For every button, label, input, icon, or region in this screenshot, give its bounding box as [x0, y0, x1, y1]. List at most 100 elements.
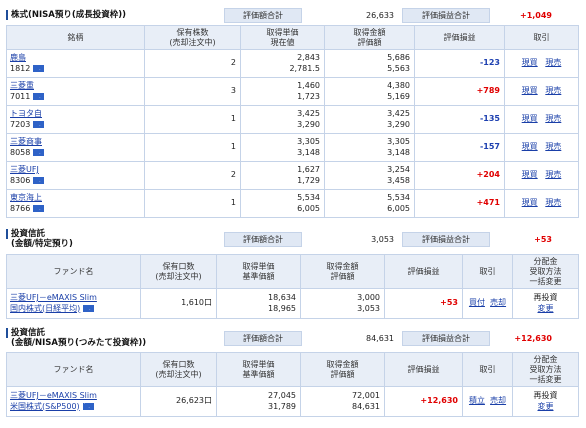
mail-icon[interactable] — [33, 92, 45, 100]
stock-name-link[interactable]: 鹿島 — [10, 53, 144, 64]
buy-link[interactable]: 現買 — [522, 198, 538, 207]
stock-price: 2,781.5 — [289, 63, 320, 73]
fund-amount-cell: 3,000 3,053 — [300, 288, 385, 319]
col-dist-header: 分配金 受取方法 一括変更 — [512, 352, 579, 387]
stock-trade-cell: 現買 現売 — [504, 49, 579, 78]
title-bar-marker — [6, 229, 8, 239]
pl-total-value: +53 — [534, 235, 552, 244]
fund-cost: 27,045 — [268, 391, 296, 400]
fund-nav: 31,789 — [268, 401, 296, 411]
table-row: 三菱UFJ－eMAXIS Slim 国内株式(日経平均) 1,610口 18,6… — [6, 288, 579, 319]
col-pl-header: 評価損益 — [384, 352, 463, 387]
fund2-title-text: 投資信託 — [11, 328, 46, 338]
sell-link[interactable]: 現売 — [545, 114, 561, 123]
table-row: トヨタ自 7203 1 3,425 3,290 3,425 3,290 -135 現… — [6, 105, 579, 134]
col-trade-header: 取引 — [462, 352, 513, 387]
buy-link[interactable]: 現買 — [522, 170, 538, 179]
stock-amount-cell: 3,254 3,458 — [324, 161, 415, 190]
buy-link[interactable]: 買付 — [469, 298, 485, 307]
stock-code: 7203 — [10, 119, 31, 129]
stock-qty: 2 — [144, 49, 241, 78]
dist-method: 再投資 — [533, 391, 558, 400]
stock-trade-cell: 現買 現売 — [504, 189, 579, 218]
eval-total-label: 評価額合計 — [224, 8, 302, 23]
stock-price: 1,729 — [297, 175, 320, 185]
fund-pl: +53 — [384, 288, 463, 319]
buy-link[interactable]: 積立 — [469, 396, 485, 405]
stock-pl: -135 — [414, 105, 505, 134]
buy-link[interactable]: 現買 — [522, 142, 538, 151]
stock-trade-cell: 現買 現売 — [504, 105, 579, 134]
fund-trade-cell: 買付 売却 — [462, 288, 513, 319]
mail-icon[interactable] — [33, 176, 45, 184]
stock-unit-cell: 1,627 1,729 — [240, 161, 325, 190]
mail-icon[interactable] — [33, 204, 45, 212]
stock-pl: +204 — [414, 161, 505, 190]
buy-link[interactable]: 現買 — [522, 58, 538, 67]
stock-name-cell: 東京海上 8766 — [6, 189, 145, 218]
fund-name-link[interactable]: 三菱UFJ－eMAXIS Slim — [10, 293, 140, 304]
fund-name-link-2[interactable]: 国内株式(日経平均) — [10, 304, 80, 313]
stock-name-cell: トヨタ自 7203 — [6, 105, 145, 134]
stock-cost: 1,627 — [297, 165, 320, 174]
dist-header-text[interactable]: 分配金 受取方法 一括変更 — [530, 355, 562, 384]
mail-icon[interactable] — [82, 402, 94, 410]
stock-code: 8766 — [10, 203, 31, 213]
buy-link[interactable]: 現買 — [522, 86, 538, 95]
col-qty-header: 保有株数 (売却注文中) — [144, 25, 241, 50]
stock-buy-amount: 5,686 — [387, 53, 410, 62]
stock-name-link[interactable]: 東京海上 — [10, 193, 144, 204]
stock-cost: 2,843 — [297, 53, 320, 62]
stock-amount-cell: 4,380 5,169 — [324, 77, 415, 106]
table-row: 東京海上 8766 1 5,534 6,005 5,534 6,005 +471 現… — [6, 189, 579, 218]
stock-name-cell: 鹿島 1812 — [6, 49, 145, 78]
stock-pl: +789 — [414, 77, 505, 106]
stock-cost: 3,305 — [297, 137, 320, 146]
buy-link[interactable]: 現買 — [522, 114, 538, 123]
stock-name-link[interactable]: 三菱商事 — [10, 137, 144, 148]
eval-total-label: 評価額合計 — [224, 331, 302, 346]
fund1-summary: 評価額合計 3,053 評価損益合計 +53 — [224, 232, 560, 247]
mail-icon[interactable] — [33, 148, 45, 156]
stock-name-link[interactable]: 三菱重 — [10, 81, 144, 92]
sell-link[interactable]: 現売 — [545, 198, 561, 207]
stock-buy-amount: 3,254 — [387, 165, 410, 174]
sell-link[interactable]: 現売 — [545, 86, 561, 95]
fund-pl: +12,630 — [384, 386, 463, 417]
eval-total-value: 3,053 — [371, 235, 394, 244]
stock-pl: -123 — [414, 49, 505, 78]
col-amount-header: 取得金額 評価額 — [324, 25, 415, 50]
pl-total-label: 評価損益合計 — [402, 331, 490, 346]
stock-amount-cell: 5,686 5,563 — [324, 49, 415, 78]
sell-link[interactable]: 現売 — [545, 170, 561, 179]
stock-qty: 1 — [144, 189, 241, 218]
stock-buy-amount: 3,425 — [387, 109, 410, 118]
fund1-subtitle-text: (金額/特定預り) — [11, 239, 73, 249]
col-unit-header: 取得単価 現在値 — [240, 25, 325, 50]
stock-name-link[interactable]: トヨタ自 — [10, 109, 144, 120]
mail-icon[interactable] — [33, 64, 45, 72]
eval-total-value: 84,631 — [366, 334, 394, 343]
pl-total-value: +1,049 — [519, 11, 552, 20]
fund-name-link[interactable]: 三菱UFJ－eMAXIS Slim — [10, 391, 140, 402]
sell-link[interactable]: 売却 — [490, 396, 506, 405]
sell-link[interactable]: 現売 — [545, 142, 561, 151]
dist-change-link[interactable]: 変更 — [538, 304, 554, 313]
mail-icon[interactable] — [33, 120, 45, 128]
fund-name-cell: 三菱UFJ－eMAXIS Slim 米国株式(S&P500) — [6, 386, 141, 417]
fund-name-link-2[interactable]: 米国株式(S&P500) — [10, 402, 80, 411]
sell-link[interactable]: 売却 — [490, 298, 506, 307]
stock-code: 8058 — [10, 147, 31, 157]
stock-unit-cell: 3,425 3,290 — [240, 105, 325, 134]
sell-link[interactable]: 現売 — [545, 58, 561, 67]
fund1-title-text: 投資信託 — [11, 229, 46, 239]
eval-total-label: 評価額合計 — [224, 232, 302, 247]
stock-value: 5,169 — [387, 91, 410, 101]
stock-code: 8306 — [10, 175, 31, 185]
fund2-table: ファンド名 保有口数 (売却注文中) 取得単価 基準価額 取得金額 評価額 評価… — [6, 352, 579, 417]
dist-header-text[interactable]: 分配金 受取方法 一括変更 — [530, 257, 562, 286]
dist-change-link[interactable]: 変更 — [538, 402, 554, 411]
mail-icon[interactable] — [83, 304, 95, 312]
stock-name-cell: 三菱商事 8058 — [6, 133, 145, 162]
stock-name-link[interactable]: 三菱UFJ — [10, 165, 144, 176]
